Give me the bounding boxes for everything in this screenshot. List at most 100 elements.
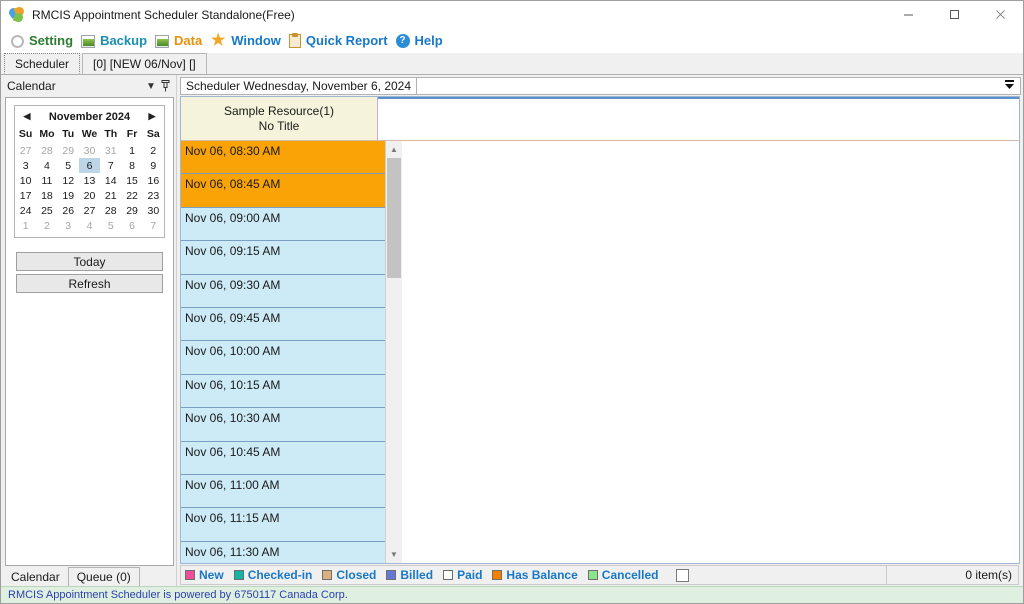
clipboard-icon: [288, 33, 301, 48]
calendar-day-28[interactable]: 28: [100, 203, 121, 218]
resource-header-cell[interactable]: Sample Resource(1) No Title: [181, 97, 378, 140]
scheduler-toolbar-rest: [417, 77, 1021, 95]
sidebar-tab-queue[interactable]: Queue (0): [67, 567, 140, 586]
time-slot[interactable]: Nov 06, 08:30 AM: [181, 141, 385, 175]
time-slot[interactable]: Nov 06, 11:15 AM: [181, 508, 385, 542]
tab-scheduler[interactable]: Scheduler: [4, 53, 81, 74]
calendar-month-title: November 2024: [48, 110, 131, 123]
calendar-day-5[interactable]: 5: [58, 158, 79, 173]
tab-new-appointment[interactable]: [0] [NEW 06/Nov] []: [82, 53, 207, 74]
calendar-dock-title: Calendar: [7, 79, 56, 93]
calendar-day-13[interactable]: 13: [79, 173, 100, 188]
calendar-day-3-adjacent[interactable]: 3: [58, 218, 79, 233]
time-slot-column: Nov 06, 08:30 AM Nov 06, 08:45 AM Nov 06, …: [181, 141, 385, 563]
calendar-day-1[interactable]: 1: [121, 143, 142, 158]
calendar-day-6-adjacent[interactable]: 6: [121, 218, 142, 233]
calendar-day-11[interactable]: 11: [36, 173, 57, 188]
menu-item-setting[interactable]: Setting: [9, 30, 79, 52]
calendar-day-5-adjacent[interactable]: 5: [100, 218, 121, 233]
main-tab-strip: Scheduler [0] [NEW 06/Nov] []: [1, 53, 1023, 75]
menu-item-backup[interactable]: Backup: [79, 30, 153, 52]
calendar-day-22[interactable]: 22: [121, 188, 142, 203]
calendar-day-25[interactable]: 25: [36, 203, 57, 218]
calendar-day-26[interactable]: 26: [58, 203, 79, 218]
calendar-day-12[interactable]: 12: [58, 173, 79, 188]
month-calendar[interactable]: ◀ November 2024 ▶ Su Mo Tu We Th Fr Sa 27 28 29 3…: [14, 105, 165, 238]
menu-item-quick-report[interactable]: Quick Report: [287, 30, 394, 52]
calendar-day-29-adjacent[interactable]: 29: [58, 143, 79, 158]
calendar-day-31-adjacent[interactable]: 31: [100, 143, 121, 158]
scroll-down-icon[interactable]: ▼: [386, 546, 402, 563]
calendar-day-18[interactable]: 18: [36, 188, 57, 203]
time-slot[interactable]: Nov 06, 10:00 AM: [181, 341, 385, 375]
calendar-day-27-adjacent[interactable]: 27: [15, 143, 36, 158]
calendar-day-4-adjacent[interactable]: 4: [79, 218, 100, 233]
scrollbar-thumb[interactable]: [387, 158, 401, 278]
chevron-down-icon[interactable]: ▼: [144, 78, 158, 94]
time-slot[interactable]: Nov 06, 09:00 AM: [181, 207, 385, 242]
calendar-day-1-adjacent[interactable]: 1: [15, 218, 36, 233]
legend-filter-checkbox[interactable]: [676, 568, 690, 582]
arrow-left-icon[interactable]: ◀: [21, 111, 33, 122]
time-slot[interactable]: Nov 06, 08:45 AM: [181, 174, 385, 208]
legend-item-paid[interactable]: Paid: [443, 568, 482, 582]
close-button[interactable]: [977, 1, 1023, 28]
calendar-day-17[interactable]: 17: [15, 188, 36, 203]
maximize-button[interactable]: [931, 1, 977, 28]
legend-item-new[interactable]: New: [185, 568, 224, 582]
minimize-button[interactable]: [885, 1, 931, 28]
legend-item-checked-in[interactable]: Checked-in: [233, 568, 312, 582]
time-slot[interactable]: Nov 06, 11:00 AM: [181, 474, 385, 509]
legend-item-has-balance[interactable]: Has Balance: [492, 568, 578, 582]
legend-item-billed[interactable]: Billed: [386, 568, 433, 582]
menu-item-data[interactable]: Data: [153, 30, 208, 52]
calendar-day-30[interactable]: 30: [143, 203, 164, 218]
menu-item-help[interactable]: ? Help: [394, 30, 449, 52]
time-slot[interactable]: Nov 06, 10:15 AM: [181, 374, 385, 409]
time-slot[interactable]: Nov 06, 10:45 AM: [181, 441, 385, 475]
calendar-day-20[interactable]: 20: [79, 188, 100, 203]
calendar-day-8[interactable]: 8: [121, 158, 142, 173]
calendar-day-3[interactable]: 3: [15, 158, 36, 173]
time-slot[interactable]: Nov 06, 09:30 AM: [181, 274, 385, 308]
calendar-day-28-adjacent[interactable]: 28: [36, 143, 57, 158]
calendar-day-7-adjacent[interactable]: 7: [143, 218, 164, 233]
today-button[interactable]: Today: [16, 252, 163, 271]
legend-item-closed[interactable]: Closed: [322, 568, 376, 582]
calendar-day-21[interactable]: 21: [100, 188, 121, 203]
pin-icon[interactable]: [158, 78, 172, 94]
calendar-day-23[interactable]: 23: [143, 188, 164, 203]
scheduler-grid-area: Nov 06, 08:30 AM Nov 06, 08:45 AM Nov 06, …: [181, 141, 1019, 563]
calendar-day-30-adjacent[interactable]: 30: [79, 143, 100, 158]
calendar-day-6[interactable]: 6: [78, 158, 101, 173]
calendar-day-2-adjacent[interactable]: 2: [36, 218, 57, 233]
time-slot[interactable]: Nov 06, 11:30 AM: [181, 541, 385, 563]
image-data-icon: [155, 34, 170, 48]
calendar-day-4[interactable]: 4: [36, 158, 57, 173]
time-slot-scrollbar[interactable]: ▲ ▼: [385, 141, 402, 563]
calendar-day-24[interactable]: 24: [15, 203, 36, 218]
legend-swatch-icon: [322, 570, 333, 580]
sidebar-tab-calendar[interactable]: Calendar: [3, 567, 68, 586]
calendar-day-7[interactable]: 7: [100, 158, 121, 173]
menu-item-window[interactable]: ★ Window: [208, 30, 287, 52]
calendar-day-10[interactable]: 10: [15, 173, 36, 188]
time-slot[interactable]: Nov 06, 10:30 AM: [181, 408, 385, 442]
calendar-day-16[interactable]: 16: [143, 173, 164, 188]
legend-item-cancelled[interactable]: Cancelled: [587, 568, 658, 582]
calendar-day-27[interactable]: 27: [79, 203, 100, 218]
expand-collapse-icon[interactable]: [1004, 79, 1015, 93]
calendar-day-15[interactable]: 15: [121, 173, 142, 188]
calendar-day-14[interactable]: 14: [100, 173, 121, 188]
time-slot[interactable]: Nov 06, 09:45 AM: [181, 307, 385, 342]
scrollbar-track[interactable]: [386, 158, 402, 546]
arrow-right-icon[interactable]: ▶: [146, 111, 158, 122]
calendar-day-29[interactable]: 29: [121, 203, 142, 218]
scroll-up-icon[interactable]: ▲: [386, 141, 402, 158]
calendar-day-19[interactable]: 19: [58, 188, 79, 203]
refresh-button[interactable]: Refresh: [16, 274, 163, 293]
calendar-day-2[interactable]: 2: [143, 143, 164, 158]
appointment-canvas[interactable]: [402, 141, 1019, 563]
time-slot[interactable]: Nov 06, 09:15 AM: [181, 241, 385, 275]
calendar-day-9[interactable]: 9: [143, 158, 164, 173]
